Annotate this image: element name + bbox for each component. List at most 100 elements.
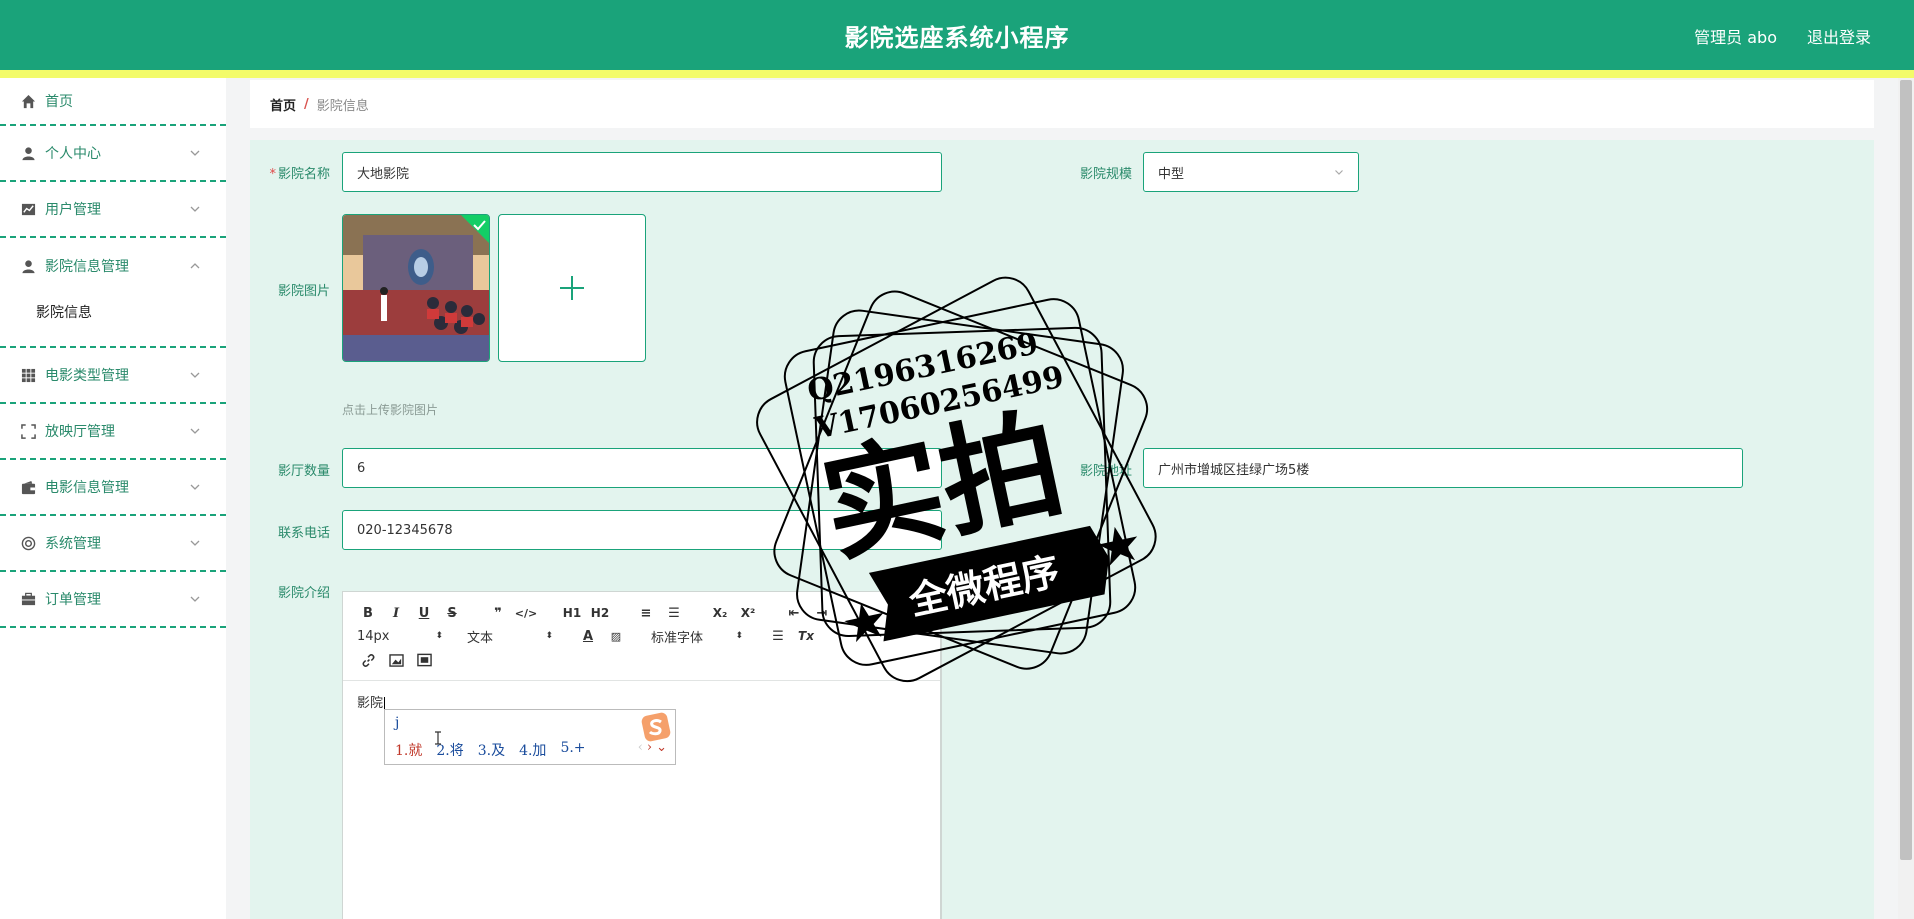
text-cursor-icon [435, 731, 441, 745]
chevron-down-icon [190, 150, 200, 156]
person-icon [20, 258, 36, 274]
outdent-icon[interactable]: ⇤ [783, 602, 805, 624]
heading-2-icon[interactable]: H2 [589, 602, 611, 624]
page-scrollbar-thumb[interactable] [1900, 80, 1912, 860]
plus-icon [560, 276, 584, 300]
chevron-down-icon [1335, 170, 1343, 175]
block-type-select[interactable]: 文本 ⬍ [467, 627, 553, 646]
sidebar-item-label: 影院信息管理 [45, 259, 129, 275]
cinema-name-field[interactable]: 大地影院 [342, 152, 942, 192]
chevron-down-icon [190, 372, 200, 378]
uploaded-image-thumbnail[interactable] [342, 214, 490, 362]
sidebar-item-screening-hall-management[interactable]: 放映厅管理 [0, 404, 226, 460]
sidebar-item-label: 电影信息管理 [45, 480, 129, 496]
ime-nav: ‹ › ⌄ [638, 740, 667, 755]
font-family-select[interactable]: 标准字体 ⬍ [651, 627, 743, 646]
heading-1-icon[interactable]: H1 [561, 602, 583, 624]
cinema-scale-value: 中型 [1158, 166, 1185, 182]
strikethrough-icon[interactable]: S [441, 602, 463, 624]
sidebar-group-cinema-info: 影院信息管理 影院信息 [0, 238, 226, 348]
chevron-left-icon[interactable]: ‹ [638, 740, 643, 755]
grid-icon [20, 367, 36, 383]
wallet-icon [20, 479, 36, 495]
sidebar-item-label: 放映厅管理 [45, 424, 115, 440]
underline-icon[interactable]: U [413, 602, 435, 624]
hall-count-label: 影厅数量 [277, 464, 330, 479]
phone-label: 联系电话 [277, 526, 330, 541]
breadcrumb: 首页 / 影院信息 [250, 80, 1874, 128]
hall-count-field[interactable]: 6 [342, 448, 942, 488]
header-stripe [0, 70, 1914, 78]
bullet-list-icon[interactable]: ☰ [663, 602, 685, 624]
chevron-down-icon [190, 540, 200, 546]
upload-image-button[interactable] [498, 214, 646, 362]
top-header: 影院选座系统小程序 管理员 abo 退出登录 [0, 0, 1914, 78]
superscript-icon[interactable]: X² [737, 602, 759, 624]
cinema-scale-select[interactable]: 中型 [1143, 152, 1359, 192]
user-area: 管理员 abo 退出登录 [1694, 24, 1871, 48]
chevron-down-icon[interactable]: ⌄ [656, 740, 667, 755]
sidebar-item-order-management[interactable]: 订单管理 [0, 572, 226, 628]
chevron-down-icon [190, 596, 200, 602]
cinema-scale-label: 影院规模 [1079, 167, 1132, 182]
editor-content[interactable]: 影院 [357, 692, 386, 711]
chart-icon [20, 201, 36, 217]
video-icon[interactable] [413, 649, 435, 671]
sidebar-item-user-management[interactable]: 用户管理 [0, 182, 226, 238]
sidebar-item-personal-center[interactable]: 个人中心 [0, 126, 226, 182]
chevron-down-icon [190, 206, 200, 212]
intro-label: 影院介绍 [277, 586, 330, 601]
address-label: 影院地址 [1079, 464, 1132, 479]
ime-candidates: 1.就 2.将 3.及 4.加 5.+ [395, 740, 586, 760]
editor-right-border [940, 591, 941, 919]
align-icon[interactable]: ☰ [767, 625, 789, 647]
editor-toolbar: B I U S ❞ </> H1 H2 ≡ ☰ X₂ X² ⇤ ⇥ 14px ⬍ … [343, 592, 941, 681]
logout-link[interactable]: 退出登录 [1807, 24, 1871, 48]
sidebar-item-label: 用户管理 [45, 202, 101, 218]
upload-hint: 点击上传影院图片 [342, 403, 439, 417]
settings-icon [20, 535, 36, 551]
code-block-icon[interactable]: </> [515, 602, 537, 624]
sidebar: 首页 个人中心 用户管理 影院信息管理 影院信息 电影类型管理 放映厅管理 电影… [0, 78, 226, 919]
breadcrumb-home[interactable]: 首页 [270, 95, 296, 114]
ime-candidate[interactable]: 3.及 [478, 740, 505, 760]
ime-candidate[interactable]: 5.+ [560, 740, 585, 760]
subscript-icon[interactable]: X₂ [709, 602, 731, 624]
sidebar-item-label: 个人中心 [45, 146, 101, 162]
link-icon[interactable] [357, 649, 379, 671]
chevron-right-icon[interactable]: › [647, 740, 652, 755]
italic-icon[interactable]: I [385, 602, 407, 624]
font-size-select[interactable]: 14px ⬍ [357, 629, 443, 644]
sidebar-item-system-management[interactable]: 系统管理 [0, 516, 226, 572]
chevron-down-icon [190, 484, 200, 490]
sogou-logo-icon [641, 712, 671, 742]
sidebar-item-home[interactable]: 首页 [0, 78, 226, 126]
blockquote-icon[interactable]: ❞ [487, 602, 509, 624]
ime-candidate-popup: j 1.就 2.将 3.及 4.加 5.+ ‹ › ⌄ [384, 709, 676, 765]
sidebar-item-movie-type-management[interactable]: 电影类型管理 [0, 348, 226, 404]
ime-candidate[interactable]: 1.就 [395, 740, 422, 760]
sidebar-item-label: 首页 [45, 94, 73, 110]
chevron-up-icon [190, 263, 200, 269]
ime-candidate[interactable]: 4.加 [519, 740, 546, 760]
font-color-icon[interactable]: A [577, 625, 599, 647]
sidebar-subitem-cinema-info[interactable]: 影院信息 [0, 294, 226, 330]
clear-format-icon[interactable]: Tx [795, 625, 817, 647]
sidebar-item-cinema-info-management[interactable]: 影院信息管理 [0, 238, 226, 294]
bold-icon[interactable]: B [357, 602, 379, 624]
image-icon[interactable] [385, 649, 407, 671]
ordered-list-icon[interactable]: ≡ [635, 602, 657, 624]
app-title: 影院选座系统小程序 [844, 24, 1070, 52]
indent-icon[interactable]: ⇥ [811, 602, 833, 624]
home-icon [20, 93, 36, 109]
current-user[interactable]: 管理员 abo [1694, 24, 1777, 48]
sidebar-item-movie-info-management[interactable]: 电影信息管理 [0, 460, 226, 516]
frame-icon [20, 423, 36, 439]
phone-field[interactable]: 020-12345678 [342, 510, 942, 550]
background-color-icon[interactable]: ▨ [605, 625, 627, 647]
briefcase-icon [20, 591, 36, 607]
breadcrumb-separator: / [304, 96, 309, 112]
sidebar-item-label: 电影类型管理 [45, 368, 129, 384]
address-field[interactable]: 广州市增城区挂绿广场5楼 [1143, 448, 1743, 488]
cinema-image-label: 影院图片 [277, 284, 330, 299]
